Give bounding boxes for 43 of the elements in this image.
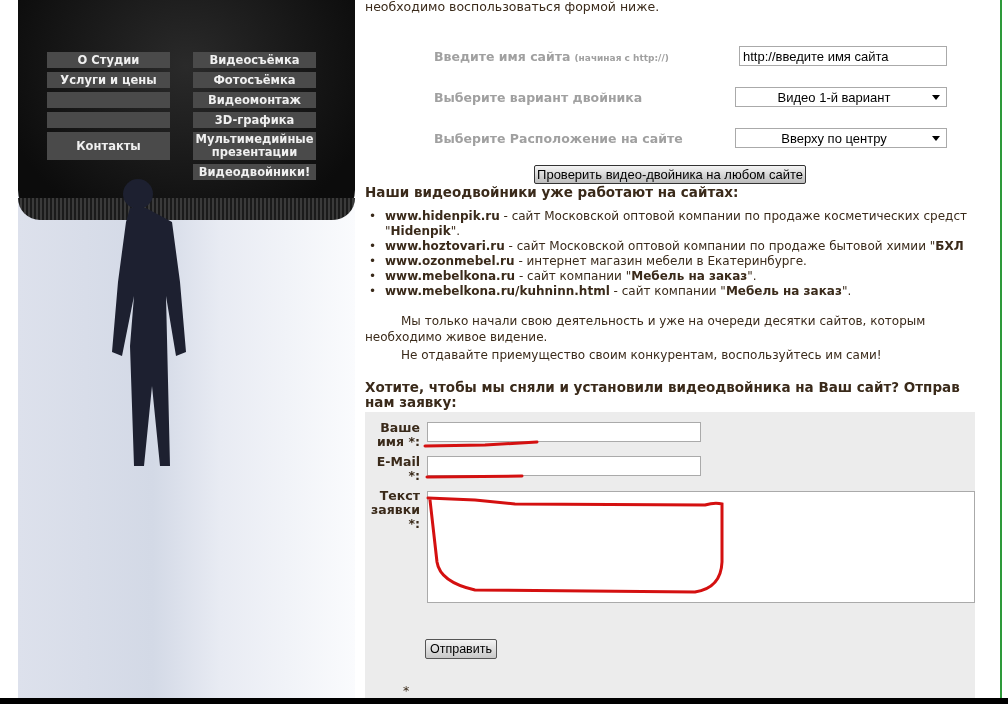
menu-link[interactable]: Услуги и цены [47, 72, 170, 88]
menu-link[interactable]: Видеосъёмка [193, 52, 316, 68]
menu-link[interactable]: Фотосъёмка [193, 72, 316, 88]
dropdown[interactable]: Вверху по центру [735, 128, 947, 148]
caret-icon [932, 135, 940, 141]
intro-text: необходимо воспользоваться формой ниже. [365, 0, 661, 14]
bullet: • [369, 254, 378, 269]
menu-link[interactable]: Видеодвойники! [193, 164, 316, 180]
message-field[interactable] [427, 491, 975, 603]
footnote-mark: * [403, 687, 411, 695]
input-field[interactable] [427, 456, 701, 476]
menu-link[interactable]: 3D-графика [193, 112, 316, 128]
field-label: Текст заявки *: [370, 489, 420, 531]
site-list-item: www.mebelkona.ru/kuhninn.html - сайт компании "Мебель на заказ". [385, 284, 852, 299]
menu-link[interactable]: Мультимедийные презентации [193, 132, 316, 160]
bullet: • [369, 269, 378, 284]
site-list-item: www.mebelkona.ru - сайт компании "Мебель на заказ". [385, 269, 757, 284]
caret-icon [932, 94, 940, 100]
menu-link[interactable]: О Студии [47, 52, 170, 68]
blank-menu-tile[interactable] [47, 92, 170, 108]
dropdown[interactable]: Видео 1-й вариант [735, 87, 947, 107]
bullet: • [369, 239, 378, 254]
field-label: Ваше имя *: [376, 421, 420, 449]
field-label: Введите имя сайта (начиная с http://) [434, 48, 669, 64]
paragraph: Мы только начали свою деятельность и уже на очереди десятки сайтов, которым необходимо живое видение. [365, 313, 927, 345]
input-field[interactable] [427, 422, 701, 442]
send-button[interactable]: Отправить [425, 639, 497, 659]
site-list-item: www.ozonmebel.ru - интернет магазин мебели в Екатеринбурге. [385, 254, 807, 269]
site-input[interactable]: http://введите имя сайта [739, 46, 947, 66]
paragraph: Не отдавайте приемущество своим конкурентам, воспользуйтесь им сами! [400, 347, 883, 363]
field-label: Выберите Расположение на сайте [434, 130, 683, 146]
bullet: • [369, 209, 378, 224]
site-list-item: www.hidenpik.ru - сайт Московской оптовой компании по продаже косметических средст "Hidenpik". [385, 209, 967, 239]
blank-menu-tile[interactable] [47, 112, 170, 128]
site-list-item: www.hoztovari.ru - сайт Московской оптовой компании по продаже бытовой химии "БХЛ [385, 239, 964, 254]
field-label: E-Mail *: [375, 455, 420, 483]
check-button[interactable]: Проверить видео-двойника на любом сайте [534, 165, 806, 184]
menu-link[interactable]: Видеомонтаж [193, 92, 316, 108]
field-label: Выберите вариант двойника [434, 89, 643, 105]
section-heading: Наши видеодвойники уже работают на сайтах: [365, 185, 740, 200]
section-heading: Хотите, чтобы мы сняли и установили видеодвойника на Ваш сайт? Отправ нам заявку: [365, 380, 961, 410]
menu-link[interactable]: Контакты [47, 132, 170, 160]
bullet: • [369, 284, 378, 299]
